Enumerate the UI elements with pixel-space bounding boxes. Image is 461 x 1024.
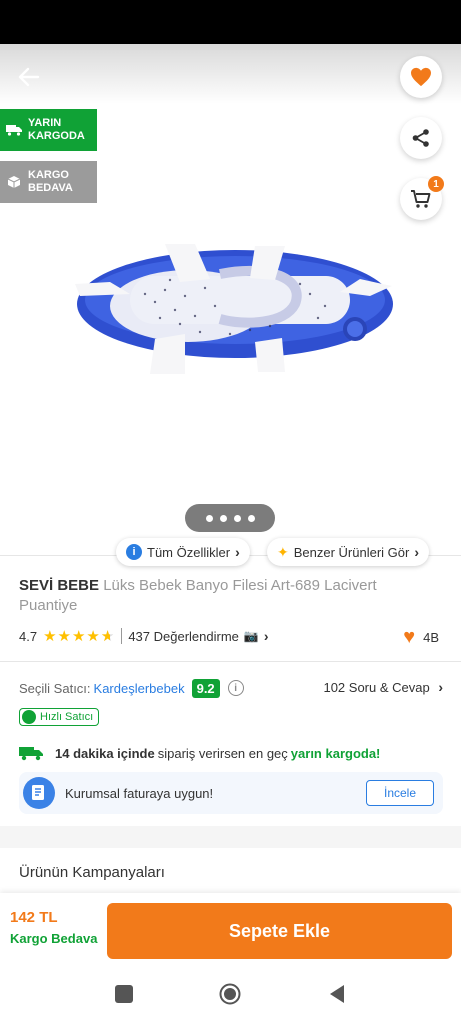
heart-icon [411, 67, 431, 87]
bottom-action-bar: 142 TL Kargo Bedava Sepete Ekle [0, 893, 461, 963]
delivery-middle: sipariş verirsen en geç [157, 745, 288, 761]
cart-button[interactable]: 1 [400, 176, 444, 220]
delivery-time: 14 dakika içinde [55, 745, 155, 761]
rating-value: 4.7 [19, 628, 38, 644]
product-brand[interactable]: SEVİ BEBE [19, 577, 99, 594]
truck-icon [19, 747, 43, 761]
info-icon: i [126, 544, 142, 560]
gallery-dot[interactable] [233, 514, 241, 522]
delivery-info: 14 dakika içinde sipariş verirsen en geç… [19, 743, 380, 763]
similar-products-label: Benzer Ürünleri Gör [293, 544, 410, 560]
tomorrow-cargo-badge: YARIN KARGODA [0, 109, 97, 151]
all-features-label: Tüm Özellikler [147, 544, 231, 560]
invoice-icon [23, 777, 55, 809]
gallery-top-shade [0, 44, 461, 104]
truck-icon [6, 125, 22, 136]
free-cargo-line1: KARGO [28, 169, 69, 181]
similar-products-button[interactable]: ✦ Benzer Ürünleri Gör › [267, 538, 430, 566]
corporate-invoice-banner: Kurumsal faturaya uygun! İncele [19, 772, 443, 814]
recent-apps-icon[interactable] [113, 983, 135, 1005]
seller-score-badge: 9.2 [191, 678, 220, 698]
chevron-right-icon: › [414, 544, 420, 560]
back-icon[interactable] [326, 983, 348, 1005]
star-rating-icon: ★★★★★ ★ [43, 628, 116, 645]
price: 142 TL [10, 909, 58, 926]
gallery-dot[interactable] [219, 514, 227, 522]
camera-icon: 📷 [243, 629, 259, 643]
fast-seller-badge: Hızlı Satıcı [19, 708, 100, 726]
box-icon [7, 176, 21, 188]
qa-link[interactable]: 102 Soru & Cevap › [323, 679, 443, 695]
status-bar [0, 0, 461, 44]
share-button[interactable] [400, 117, 442, 159]
divider [0, 661, 461, 662]
cart-icon [411, 190, 431, 208]
product-title: SEVİ BEBE Lüks Bebek Banyo Filesi Art-68… [19, 576, 439, 616]
chevron-right-icon: › [438, 679, 443, 695]
chevron-right-icon: › [263, 628, 269, 644]
tomorrow-cargo-line2: KARGODA [28, 130, 85, 142]
reviews-count[interactable]: 437 Değerlendirme [128, 629, 239, 644]
arrow-left-icon [18, 67, 40, 87]
inspect-button[interactable]: İncele [366, 780, 434, 806]
all-features-button[interactable]: i Tüm Özellikler › [116, 538, 250, 566]
add-to-cart-button[interactable]: Sepete Ekle [107, 903, 452, 959]
separator [121, 628, 123, 644]
gallery-dot[interactable] [247, 514, 255, 522]
favorites-count-label: 4B [423, 630, 439, 645]
qa-label: 102 Soru & Cevap [323, 680, 430, 695]
back-button[interactable] [14, 64, 44, 90]
seller-label: Seçili Satıcı: [19, 680, 91, 696]
delivery-highlight: yarın kargoda! [290, 745, 381, 761]
product-image [75, 244, 393, 374]
section-separator [0, 826, 461, 848]
sparkle-icon: ✦ [277, 543, 289, 560]
system-nav-bar [0, 963, 461, 1024]
favorite-button[interactable] [400, 56, 442, 98]
tomorrow-cargo-line1: YARIN [28, 117, 62, 129]
seller-name-link[interactable]: Kardeşlerbebek [94, 681, 185, 696]
info-icon[interactable]: i [227, 680, 244, 696]
gallery-pagination[interactable] [185, 504, 275, 532]
share-icon [412, 129, 429, 147]
fast-seller-label: Hızlı Satıcı [40, 711, 94, 723]
invoice-text: Kurumsal faturaya uygun! [65, 785, 214, 801]
fast-seller-icon [22, 710, 36, 724]
heart-icon: ♥ [403, 626, 416, 648]
chevron-right-icon: › [235, 544, 240, 560]
free-shipping-label: Kargo Bedava [10, 931, 98, 946]
rating-row[interactable]: 4.7 ★★★★★ ★ 437 Değerlendirme 📷 › [19, 626, 439, 646]
home-icon[interactable] [219, 983, 241, 1005]
free-cargo-line2: BEDAVA [28, 182, 73, 194]
cart-count-badge: 1 [428, 176, 444, 192]
product-gallery[interactable]: 1 YARIN KARGODA KARGO BEDAVA [0, 44, 461, 544]
free-cargo-badge: KARGO BEDAVA [0, 161, 97, 203]
favorites-count[interactable]: ♥ 4B [403, 626, 439, 649]
gallery-dot[interactable] [205, 514, 213, 522]
campaigns-title: Ürünün Kampanyaları [19, 864, 165, 881]
